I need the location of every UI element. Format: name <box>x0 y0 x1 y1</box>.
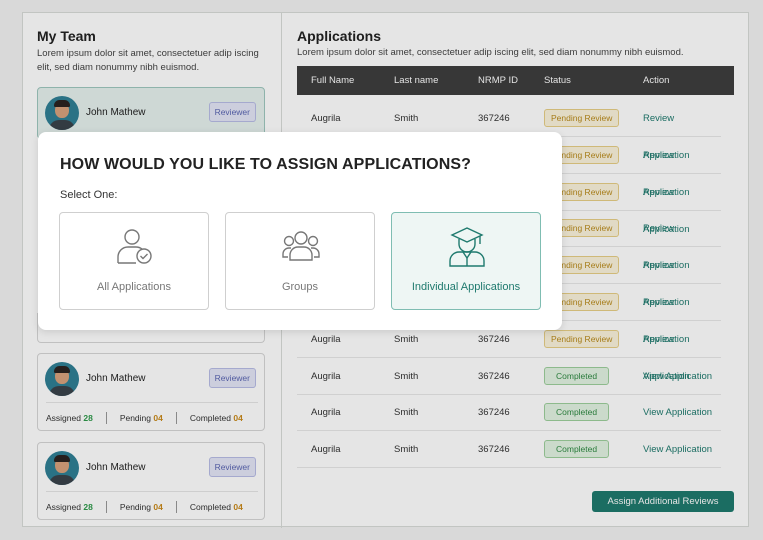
option-groups[interactable]: Groups <box>225 212 375 310</box>
user-check-icon <box>117 229 152 264</box>
option-label: Groups <box>281 281 319 293</box>
option-label: All Applications <box>97 281 171 293</box>
group-icon <box>282 231 320 261</box>
option-label: Individual Applications <box>411 281 521 293</box>
graduate-icon <box>449 227 485 267</box>
assign-modal: HOW WOULD YOU LIKE TO ASSIGN APPLICATION… <box>38 132 562 330</box>
option-individual-applications[interactable]: Individual Applications <box>391 212 541 310</box>
option-all-applications[interactable]: All Applications <box>59 212 209 310</box>
modal-title: HOW WOULD YOU LIKE TO ASSIGN APPLICATION… <box>60 156 472 173</box>
select-label: Select One: <box>60 189 118 201</box>
